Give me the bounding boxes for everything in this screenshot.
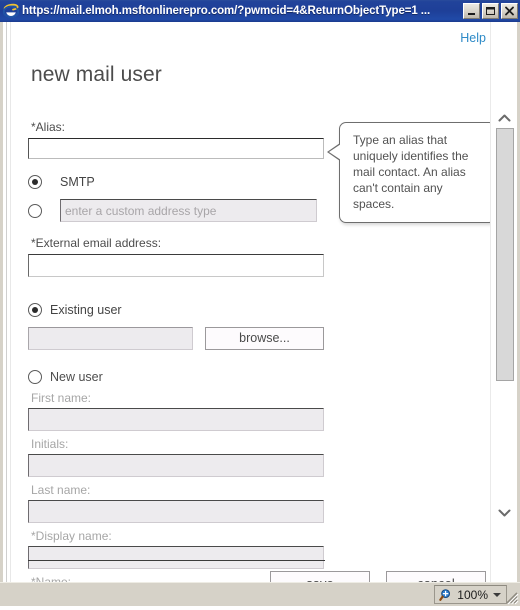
resize-grip-icon[interactable] — [504, 590, 519, 605]
new-user-label[interactable]: New user — [50, 370, 103, 384]
window-controls — [463, 3, 518, 19]
alias-tooltip: Type an alias that uniquely identifies t… — [327, 122, 496, 223]
form-bottom-rule — [28, 560, 325, 561]
first-name-label: First name: — [31, 391, 92, 405]
cancel-button[interactable]: cancel — [386, 571, 486, 582]
save-button[interactable]: save — [270, 571, 370, 582]
alias-label: *Alias: — [31, 120, 66, 134]
custom-address-type-input[interactable] — [60, 199, 317, 222]
new-user-radio[interactable] — [28, 370, 42, 384]
first-name-input[interactable] — [28, 408, 324, 431]
browser-window: https://mail.elmoh.msftonlinerepro.com/?… — [0, 0, 520, 606]
scroll-up-chevron-icon[interactable] — [495, 111, 514, 125]
dialog-content: Help new mail user *Alias: SMTP enter a … — [3, 22, 517, 582]
tooltip-arrow-fill — [329, 144, 341, 160]
zoom-dropdown-chevron-icon[interactable] — [493, 592, 501, 597]
browser-client-area: Help new mail user *Alias: SMTP enter a … — [0, 22, 520, 582]
alias-input[interactable] — [28, 138, 324, 159]
left-gutter — [3, 22, 11, 582]
existing-user-radio-row[interactable]: Existing user — [28, 303, 342, 317]
internet-explorer-icon — [3, 3, 19, 19]
smtp-radio-label[interactable]: SMTP — [60, 175, 95, 189]
external-email-label: *External email address: — [31, 236, 162, 250]
scroll-down-chevron-icon[interactable] — [495, 506, 514, 520]
last-name-label: Last name: — [31, 483, 91, 497]
title-bar: https://mail.elmoh.msftonlinerepro.com/?… — [0, 0, 520, 22]
page-scrollbar[interactable] — [490, 22, 517, 582]
close-button[interactable] — [501, 3, 518, 19]
zoom-control[interactable]: 100% — [434, 585, 507, 604]
alias-tooltip-text: Type an alias that uniquely identifies t… — [353, 133, 469, 211]
initials-label: Initials: — [31, 437, 69, 451]
mail-user-form-page: Help new mail user *Alias: SMTP enter a … — [12, 22, 496, 582]
custom-address-radio[interactable] — [28, 203, 42, 218]
maximize-button[interactable] — [482, 3, 499, 19]
initials-input[interactable] — [28, 454, 324, 477]
zoom-level-label: 100% — [457, 587, 488, 602]
smtp-radio-row[interactable]: SMTP — [28, 175, 342, 189]
display-name-input[interactable] — [28, 546, 324, 569]
page-title: new mail user — [31, 63, 162, 86]
existing-user-radio[interactable] — [28, 303, 42, 317]
help-link[interactable]: Help — [460, 31, 486, 45]
display-name-label: *Display name: — [31, 529, 112, 543]
dialog-footer: save cancel — [12, 571, 493, 582]
existing-user-picker-row: browse... — [28, 327, 342, 350]
last-name-input[interactable] — [28, 500, 324, 523]
existing-user-label[interactable]: Existing user — [50, 303, 122, 317]
browse-button[interactable]: browse... — [205, 327, 324, 350]
status-bar: 100% — [0, 582, 520, 606]
new-mail-user-form: *Alias: SMTP *External email address: — [12, 120, 342, 582]
custom-address-radio-row[interactable] — [28, 199, 342, 222]
window-title: https://mail.elmoh.msftonlinerepro.com/?… — [22, 5, 431, 17]
external-email-input[interactable] — [28, 254, 324, 277]
existing-user-input[interactable] — [28, 327, 193, 350]
scrollbar-thumb[interactable] — [496, 128, 514, 381]
minimize-button[interactable] — [463, 3, 480, 19]
new-user-radio-row[interactable]: New user — [28, 370, 342, 384]
smtp-radio[interactable] — [28, 175, 42, 189]
magnifier-icon — [439, 588, 454, 602]
